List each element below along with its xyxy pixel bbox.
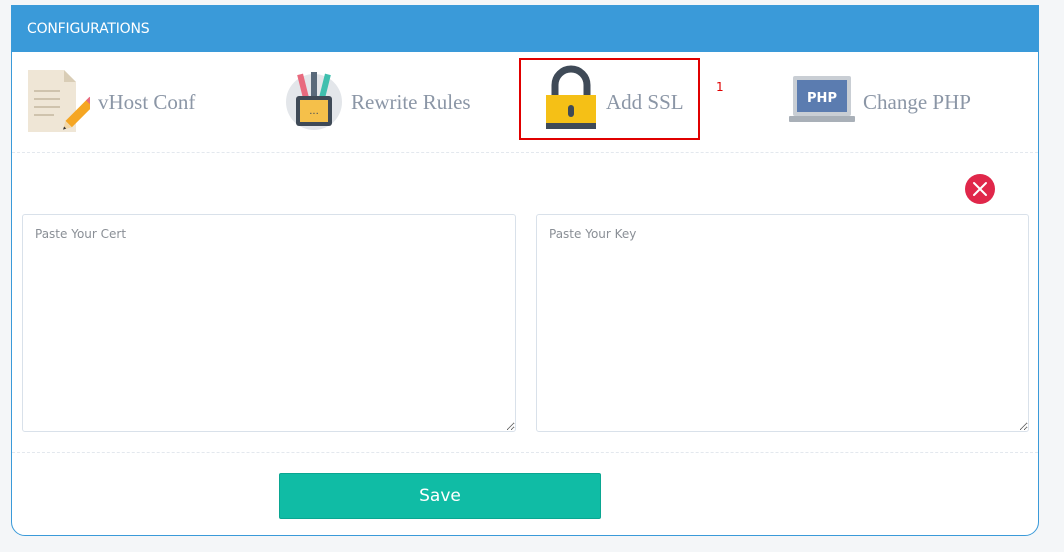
tabs-divider	[12, 152, 1038, 153]
key-textarea[interactable]	[536, 214, 1029, 432]
tab-rewrite-rules[interactable]: ... Rewrite Rules	[285, 52, 471, 152]
form-divider	[12, 452, 1038, 453]
tab-rewrite-rules-label: Rewrite Rules	[351, 89, 471, 114]
document-pencil-icon	[26, 66, 96, 139]
annotation-highlight-box	[519, 58, 700, 140]
pencil-cup-icon: ...	[285, 66, 343, 139]
close-icon	[973, 182, 987, 196]
cert-textarea[interactable]	[22, 214, 516, 432]
php-laptop-icon: PHP	[789, 74, 855, 131]
annotation-marker: 1	[716, 80, 724, 94]
svg-text:...: ...	[309, 106, 319, 117]
save-button[interactable]: Save	[279, 473, 601, 519]
tab-change-php[interactable]: PHP Change PHP	[789, 52, 971, 152]
configurations-panel: CONFIGURATIONS vHost Conf ... Rewrite Ru…	[11, 5, 1039, 536]
tab-vhost-conf[interactable]: vHost Conf	[26, 52, 195, 152]
tab-vhost-conf-label: vHost Conf	[98, 89, 196, 114]
close-button[interactable]	[965, 174, 995, 204]
panel-title: CONFIGURATIONS	[12, 6, 1038, 52]
svg-text:PHP: PHP	[807, 91, 837, 106]
tab-change-php-label: Change PHP	[863, 89, 971, 114]
